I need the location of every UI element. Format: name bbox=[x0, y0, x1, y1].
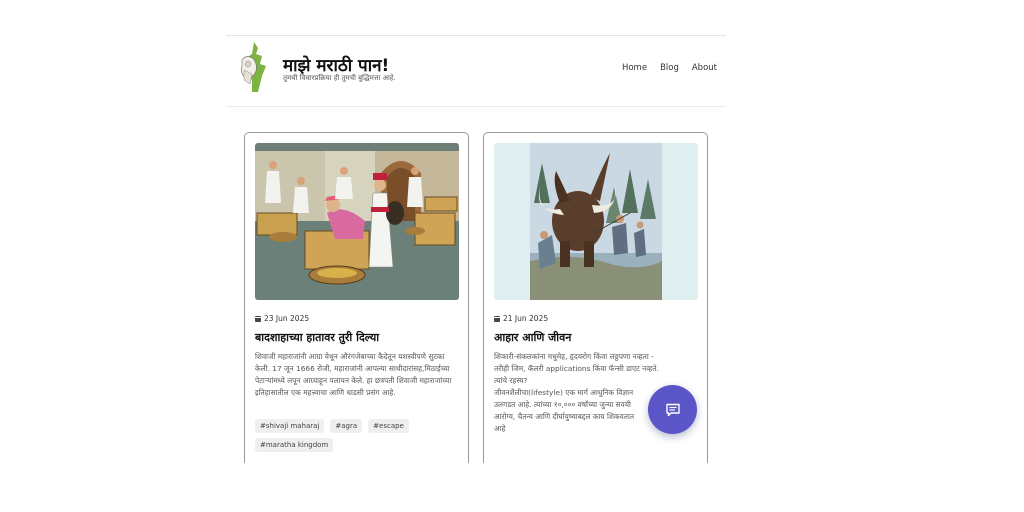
calendar-icon bbox=[494, 315, 500, 322]
chat-icon bbox=[665, 403, 680, 416]
excerpt-line: तरीही जिम, कॅलरी applications किंवा फॅन्… bbox=[494, 364, 659, 373]
tag-maratha-kingdom[interactable]: #maratha kingdom bbox=[255, 438, 334, 452]
site-tagline: तुमची विचारप्रक्रिया ही तुमची बुद्धिमत्त… bbox=[283, 74, 396, 82]
post-card[interactable]: 23 Jun 2025 बादशाहाच्या हातावर तुरी दिल्… bbox=[244, 132, 469, 463]
top-divider bbox=[226, 35, 726, 36]
nav-home[interactable]: Home bbox=[622, 63, 647, 73]
page-frame: माझे मराठी पान! तुमची विचारप्रक्रिया ही … bbox=[226, 0, 726, 463]
post-excerpt: शिवाजी महाराजांनी आग्रा येथून औरंगजेबाच्… bbox=[255, 352, 452, 397]
post-image[interactable] bbox=[494, 143, 698, 300]
main-nav: Home Blog About bbox=[622, 63, 717, 73]
header-divider bbox=[226, 106, 726, 107]
chat-fab-button[interactable] bbox=[648, 385, 697, 434]
tag-escape[interactable]: #escape bbox=[368, 419, 409, 433]
site-title[interactable]: माझे मराठी पान! bbox=[283, 53, 389, 76]
post-date: 23 Jun 2025 bbox=[255, 314, 309, 323]
post-date: 21 Jun 2025 bbox=[494, 314, 548, 323]
tag-agra[interactable]: #agra bbox=[330, 419, 363, 433]
nav-about[interactable]: About bbox=[692, 63, 717, 73]
post-image[interactable] bbox=[255, 143, 459, 300]
site-logo[interactable] bbox=[236, 40, 272, 94]
calendar-icon bbox=[255, 315, 261, 322]
post-title[interactable]: बादशाहाच्या हातावर तुरी दिल्या bbox=[255, 330, 379, 345]
excerpt-line: शिकारी-संकलकांना मधुमेह, हृदयरोग किंवा ल… bbox=[494, 352, 654, 361]
post-tags: #shivaji maharaj #agra #escape #maratha … bbox=[255, 419, 461, 452]
post-date-text: 21 Jun 2025 bbox=[503, 314, 549, 323]
nav-blog[interactable]: Blog bbox=[660, 63, 679, 73]
post-date-text: 23 Jun 2025 bbox=[264, 314, 310, 323]
post-title[interactable]: आहार आणि जीवन bbox=[494, 330, 571, 345]
tag-shivaji-maharaj[interactable]: #shivaji maharaj bbox=[255, 419, 325, 433]
